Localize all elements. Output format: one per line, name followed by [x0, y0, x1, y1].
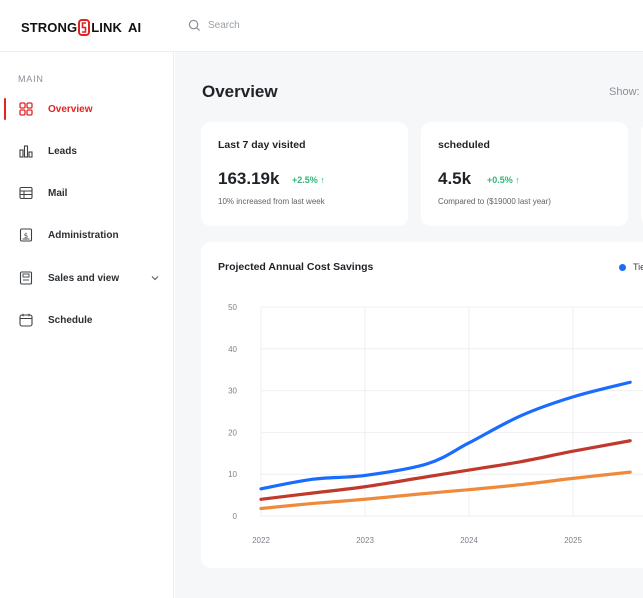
sidebar-item-label: Schedule: [48, 314, 93, 326]
sidebar-section-label: MAIN: [18, 74, 44, 84]
stat-change-badge: +2.5% ↑: [292, 175, 325, 185]
stat-card-scheduled: scheduled 4.5k +0.5% ↑ Compared to ($190…: [421, 122, 628, 226]
stat-change-badge: +0.5% ↑: [487, 175, 520, 185]
chart-card: 0 10 20 30 40 50 2022 2023 2024 2025 Projected An…: [201, 242, 643, 568]
stat-value: 163.19k: [218, 169, 280, 188]
y-tick-label: 30: [228, 387, 237, 396]
grid-icon: [18, 101, 34, 117]
chevron-down-icon[interactable]: [149, 272, 161, 284]
brand-name-suffix: AI: [127, 20, 142, 35]
stat-note: Compared to ($19000 last year): [438, 197, 551, 206]
stat-title: scheduled: [438, 139, 490, 151]
chart-legend[interactable]: Tie: [619, 262, 643, 272]
legend-swatch: [619, 263, 626, 271]
sidebar-item-sales-and-view[interactable]: Sales and view: [0, 264, 174, 292]
brand-name-right: LINK: [91, 20, 122, 35]
stat-note: 10% increased from last week: [218, 197, 325, 206]
top-bar: STRONG LINK AI Search: [0, 0, 643, 52]
search-box[interactable]: Search: [188, 19, 240, 32]
brand-logo[interactable]: STRONG LINK AI: [21, 19, 141, 36]
stat-value: 4.5k: [438, 169, 472, 188]
sidebar-item-label: Sales and view: [48, 272, 120, 284]
sidebar-item-schedule[interactable]: Schedule: [0, 306, 174, 334]
dollar-doc-icon: $: [18, 227, 34, 243]
sidebar-item-label: Mail: [48, 187, 68, 199]
show-filter-label[interactable]: Show:: [609, 86, 640, 98]
line-chart: 0 10 20 30 40 50 2022 2023 2024 2025: [228, 303, 643, 545]
main-content: Overview Show: Last 7 day visited 163.19…: [175, 52, 643, 598]
sidebar-item-leads[interactable]: Leads: [0, 137, 174, 165]
sidebar-item-label: Overview: [48, 103, 93, 115]
table-icon: [18, 185, 34, 201]
x-tick-label: 2025: [564, 536, 582, 545]
search-placeholder[interactable]: Search: [208, 20, 240, 31]
x-tick-label: 2023: [356, 536, 374, 545]
y-tick-label: 40: [228, 345, 237, 354]
stat-card-visited: Last 7 day visited 163.19k +2.5% ↑ 10% i…: [201, 122, 408, 226]
bar-chart-icon: [18, 143, 34, 159]
brand-name-left: STRONG: [21, 20, 78, 35]
sidebar-item-overview[interactable]: Overview: [0, 95, 174, 123]
y-tick-label: 10: [228, 470, 237, 479]
legend-label: Tie: [633, 262, 643, 272]
stat-title: Last 7 day visited: [218, 139, 306, 151]
calendar-icon: [18, 312, 34, 328]
y-tick-label: 20: [228, 428, 237, 437]
sidebar-item-label: Leads: [48, 145, 77, 157]
sidebar-item-label: Administration: [48, 229, 119, 241]
sidebar: MAIN Overview Leads Mail $ Administratio…: [0, 52, 174, 598]
sidebar-item-mail[interactable]: Mail: [0, 179, 174, 207]
search-icon: [188, 19, 201, 32]
x-tick-label: 2024: [460, 536, 478, 545]
y-tick-label: 0: [233, 512, 238, 521]
page-title: Overview: [202, 82, 278, 101]
x-tick-label: 2022: [252, 536, 270, 545]
chart-title: Projected Annual Cost Savings: [218, 261, 374, 273]
sidebar-item-administration[interactable]: $ Administration: [0, 221, 174, 249]
brand-mark-icon: [78, 19, 91, 36]
y-tick-label: 50: [228, 303, 237, 312]
register-icon: [18, 270, 34, 286]
